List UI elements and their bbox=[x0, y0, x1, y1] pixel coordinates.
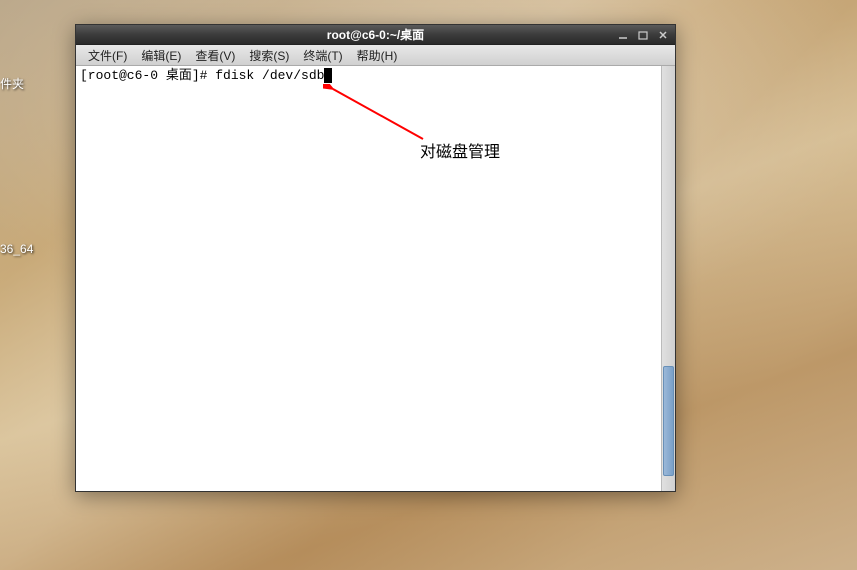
menu-bar: 文件(F) 编辑(E) 查看(V) 搜索(S) 终端(T) 帮助(H) bbox=[76, 45, 675, 66]
scrollbar-vertical[interactable] bbox=[661, 66, 675, 491]
window-titlebar[interactable]: root@c6-0:~/桌面 bbox=[76, 25, 675, 45]
menu-help[interactable]: 帮助(H) bbox=[351, 45, 404, 66]
menu-edit[interactable]: 编辑(E) bbox=[135, 45, 187, 66]
menu-file[interactable]: 文件(F) bbox=[82, 45, 133, 66]
terminal-prompt: [root@c6-0 桌面]# bbox=[80, 68, 215, 83]
desktop-icon-label-folder: 件夹 bbox=[0, 75, 24, 92]
menu-search[interactable]: 搜索(S) bbox=[243, 45, 295, 66]
window-controls bbox=[615, 27, 671, 43]
terminal-window: root@c6-0:~/桌面 文件(F) 编辑(E) 查看(V) 搜索(S) 终… bbox=[75, 24, 676, 492]
scrollbar-thumb[interactable] bbox=[663, 366, 674, 476]
terminal-cursor bbox=[324, 68, 332, 83]
terminal-area[interactable]: [root@c6-0 桌面]# fdisk /dev/sdb bbox=[76, 66, 675, 491]
menu-terminal[interactable]: 终端(T) bbox=[297, 45, 348, 66]
window-title: root@c6-0:~/桌面 bbox=[327, 26, 424, 43]
terminal-command: fdisk /dev/sdb bbox=[215, 68, 324, 83]
maximize-button[interactable] bbox=[635, 27, 651, 43]
terminal-content[interactable]: [root@c6-0 桌面]# fdisk /dev/sdb bbox=[76, 66, 661, 491]
minimize-button[interactable] bbox=[615, 27, 631, 43]
annotation-text: 对磁盘管理 bbox=[420, 138, 500, 162]
desktop-icon-label-item: 36_64 bbox=[0, 242, 33, 256]
menu-view[interactable]: 查看(V) bbox=[189, 45, 241, 66]
close-button[interactable] bbox=[655, 27, 671, 43]
